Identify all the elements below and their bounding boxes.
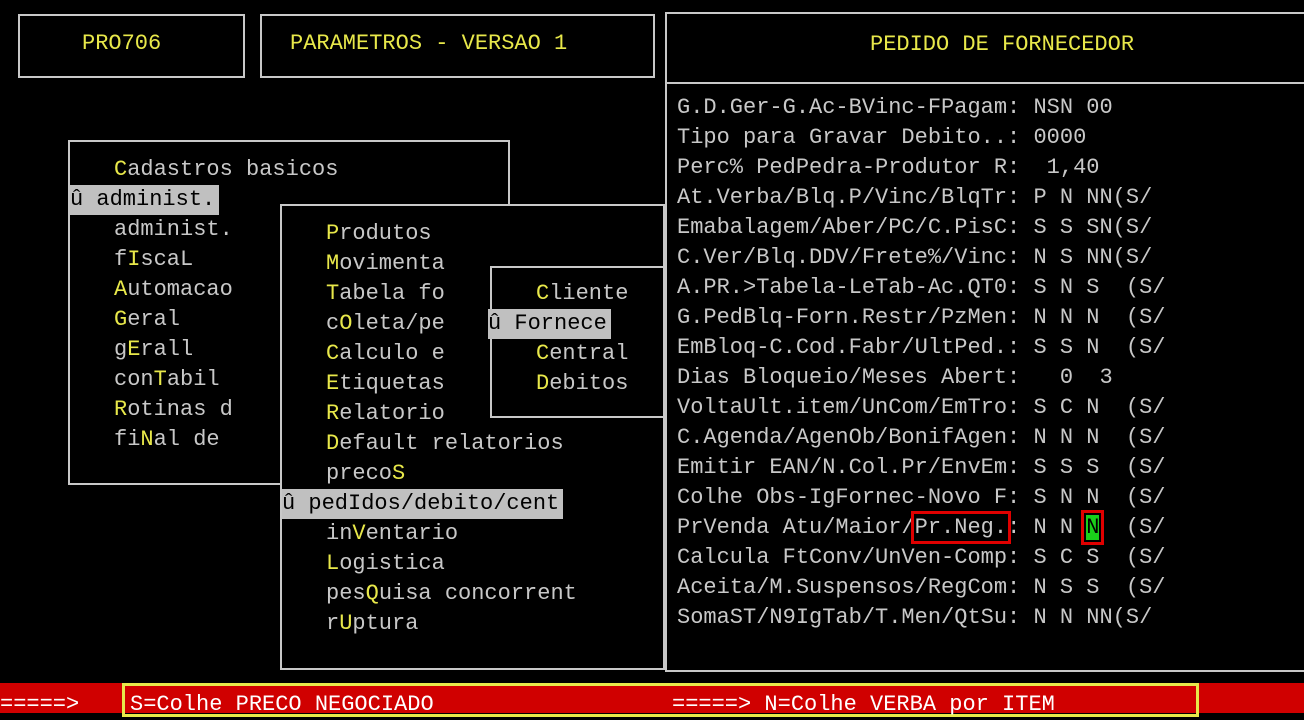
help-right: =====> N=Colhe VERBA por ITEM bbox=[672, 692, 1055, 717]
main-menu-item-4[interactable]: Automacao bbox=[114, 275, 233, 305]
param-value[interactable]: N N N (S/ bbox=[1020, 305, 1165, 330]
param-label: Calcula FtConv/UnVen-Comp: bbox=[677, 545, 1021, 570]
param-label: Colhe Obs-IgFornec-Novo F: bbox=[677, 485, 1021, 510]
admin-menu-item-0[interactable]: Produtos bbox=[326, 219, 432, 249]
admin-menu-item-3[interactable]: cOleta/pe bbox=[326, 309, 445, 339]
pedidos-menu-item-2[interactable]: Central bbox=[536, 339, 628, 369]
param-label: Aceita/M.Suspensos/RegCom: bbox=[677, 575, 1021, 600]
program-code: PRO706 bbox=[82, 31, 162, 56]
parameter-row[interactable]: C.Agenda/AgenOb/BonifAgen: N N N (S/ bbox=[677, 423, 1166, 453]
parameter-row[interactable]: Dias Bloqueio/Meses Abert: 0 3 bbox=[677, 363, 1113, 393]
param-label: Emabalagem/Aber/PC/C.PisC: bbox=[677, 215, 1021, 240]
main-menu-item-6[interactable]: gErall bbox=[114, 335, 193, 365]
param-label: SomaST/N9IgTab/T.Men/QtSu: bbox=[677, 605, 1021, 630]
param-value[interactable]: S N S (S/ bbox=[1020, 275, 1165, 300]
highlighted-field-label: Pr.Neg. bbox=[910, 511, 1012, 544]
param-value[interactable]: N N N (S/ bbox=[1020, 425, 1165, 450]
param-value[interactable]: S C S (S/ bbox=[1020, 545, 1165, 570]
pedidos-menu-item-0[interactable]: Cliente bbox=[536, 279, 628, 309]
parameter-row[interactable]: VoltaUlt.item/UnCom/EmTro: S C N (S/ bbox=[677, 393, 1166, 423]
parameter-row[interactable]: Tipo para Gravar Debito..: 0000 bbox=[677, 123, 1086, 153]
param-value[interactable]: 0 3 bbox=[1020, 365, 1113, 390]
parameter-row[interactable]: A.PR.>Tabela-LeTab-Ac.QT0: S N S (S/ bbox=[677, 273, 1166, 303]
parameter-row[interactable]: Perc% PedPedra-Produtor R: 1,40 bbox=[677, 153, 1099, 183]
parameter-row[interactable]: G.PedBlq-Forn.Restr/PzMen: N N N (S/ bbox=[677, 303, 1166, 333]
param-label: Dias Bloqueio/Meses Abert: bbox=[677, 365, 1021, 390]
parameter-row[interactable]: EmBloq-C.Cod.Fabr/UltPed.: S S N (S/ bbox=[677, 333, 1166, 363]
param-value[interactable]: 1,40 bbox=[1020, 155, 1100, 180]
param-colon: : bbox=[1007, 515, 1021, 540]
admin-menu-item-8[interactable]: precoS bbox=[326, 459, 405, 489]
param-label: Emitir EAN/N.Col.Pr/EnvEm: bbox=[677, 455, 1021, 480]
admin-menu-item-6[interactable]: Relatorio bbox=[326, 399, 445, 429]
parameter-row[interactable]: Aceita/M.Suspensos/RegCom: N S S (S/ bbox=[677, 573, 1166, 603]
active-value-input[interactable]: N bbox=[1081, 510, 1105, 545]
main-menu-item-7[interactable]: conTabil bbox=[114, 365, 220, 395]
param-value[interactable]: S S SN(S/ bbox=[1020, 215, 1152, 240]
admin-menu-item-11[interactable]: Logistica bbox=[326, 549, 445, 579]
param-label: G.D.Ger-G.Ac-BVinc-FPagam: bbox=[677, 95, 1021, 120]
param-label: G.PedBlq-Forn.Restr/PzMen: bbox=[677, 305, 1021, 330]
panel-title: PEDIDO DE FORNECEDOR bbox=[870, 32, 1135, 57]
param-label: VoltaUlt.item/UnCom/EmTro: bbox=[677, 395, 1021, 420]
parameter-row[interactable]: PrVenda Atu/Maior/Pr.Neg.: N N N (S/ bbox=[677, 510, 1166, 545]
param-value[interactable]: 0000 bbox=[1020, 125, 1086, 150]
admin-menu-item-13[interactable]: rUptura bbox=[326, 609, 418, 639]
main-menu-item-3[interactable]: fIscaL bbox=[114, 245, 193, 275]
window-title: PARAMETROS - VERSAO 1 bbox=[290, 31, 568, 56]
pedidos-menu-item-3[interactable]: Debitos bbox=[536, 369, 628, 399]
help-left: S=Colhe PRECO NEGOCIADO bbox=[130, 692, 434, 717]
main-menu-item-9[interactable]: fiNal de bbox=[114, 425, 220, 455]
param-label: Tipo para Gravar Debito..: bbox=[677, 125, 1021, 150]
admin-menu-item-2[interactable]: Tabela fo bbox=[326, 279, 445, 309]
param-value[interactable]: N S S (S/ bbox=[1020, 575, 1165, 600]
main-menu-item-0[interactable]: Cadastros basicos bbox=[114, 155, 338, 185]
param-label: At.Verba/Blq.P/Vinc/BlqTr: bbox=[677, 185, 1021, 210]
param-label: A.PR.>Tabela-LeTab-Ac.QT0: bbox=[677, 275, 1021, 300]
param-values: N N bbox=[1020, 515, 1087, 540]
param-value[interactable]: S C N (S/ bbox=[1020, 395, 1165, 420]
status-arrow-left: =====> bbox=[0, 692, 80, 717]
admin-menu-item-7[interactable]: Default relatorios bbox=[326, 429, 564, 459]
param-value[interactable]: S N N (S/ bbox=[1020, 485, 1165, 510]
main-menu-item-1[interactable]: û administ. bbox=[70, 185, 220, 215]
parameter-row[interactable]: Emabalagem/Aber/PC/C.PisC: S S SN(S/ bbox=[677, 213, 1152, 243]
param-value[interactable]: P N NN(S/ bbox=[1020, 185, 1152, 210]
param-label: Perc% PedPedra-Produtor R: bbox=[677, 155, 1021, 180]
admin-menu-item-5[interactable]: Etiquetas bbox=[326, 369, 445, 399]
param-label: C.Agenda/AgenOb/BonifAgen: bbox=[677, 425, 1021, 450]
param-value[interactable]: S S S (S/ bbox=[1020, 455, 1165, 480]
param-value[interactable]: S S N (S/ bbox=[1020, 335, 1165, 360]
admin-menu-item-4[interactable]: Calculo e bbox=[326, 339, 445, 369]
parameter-row[interactable]: SomaST/N9IgTab/T.Men/QtSu: N N NN(S/ bbox=[677, 603, 1152, 633]
param-value[interactable]: N N NN(S/ bbox=[1020, 605, 1152, 630]
param-label-prefix: PrVenda Atu/Maior/ bbox=[677, 515, 915, 540]
param-value[interactable]: N S NN(S/ bbox=[1020, 245, 1152, 270]
parameter-row[interactable]: Colhe Obs-IgFornec-Novo F: S N N (S/ bbox=[677, 483, 1166, 513]
main-menu-item-2[interactable]: administ. bbox=[114, 215, 233, 245]
parameter-row[interactable]: C.Ver/Blq.DDV/Frete%/Vinc: N S NN(S/ bbox=[677, 243, 1152, 273]
param-value[interactable]: NSN 00 bbox=[1020, 95, 1112, 120]
param-hint: (S/ bbox=[1099, 515, 1166, 540]
param-label: C.Ver/Blq.DDV/Frete%/Vinc: bbox=[677, 245, 1021, 270]
param-label: EmBloq-C.Cod.Fabr/UltPed.: bbox=[677, 335, 1021, 360]
parameter-row[interactable]: Emitir EAN/N.Col.Pr/EnvEm: S S S (S/ bbox=[677, 453, 1166, 483]
main-menu-item-8[interactable]: Rotinas d bbox=[114, 395, 233, 425]
admin-menu-item-10[interactable]: inVentario bbox=[326, 519, 458, 549]
admin-menu-item-9[interactable]: û pedIdos/debito/cent bbox=[282, 489, 564, 519]
admin-menu-item-12[interactable]: pesQuisa concorrent bbox=[326, 579, 577, 609]
parameter-row[interactable]: G.D.Ger-G.Ac-BVinc-FPagam: NSN 00 bbox=[677, 93, 1113, 123]
admin-menu-item-1[interactable]: Movimenta bbox=[326, 249, 445, 279]
main-menu-item-5[interactable]: Geral bbox=[114, 305, 180, 335]
parameter-row[interactable]: At.Verba/Blq.P/Vinc/BlqTr: P N NN(S/ bbox=[677, 183, 1152, 213]
pedidos-menu-item-1[interactable]: û Fornece bbox=[488, 309, 611, 339]
parameter-row[interactable]: Calcula FtConv/UnVen-Comp: S C S (S/ bbox=[677, 543, 1166, 573]
